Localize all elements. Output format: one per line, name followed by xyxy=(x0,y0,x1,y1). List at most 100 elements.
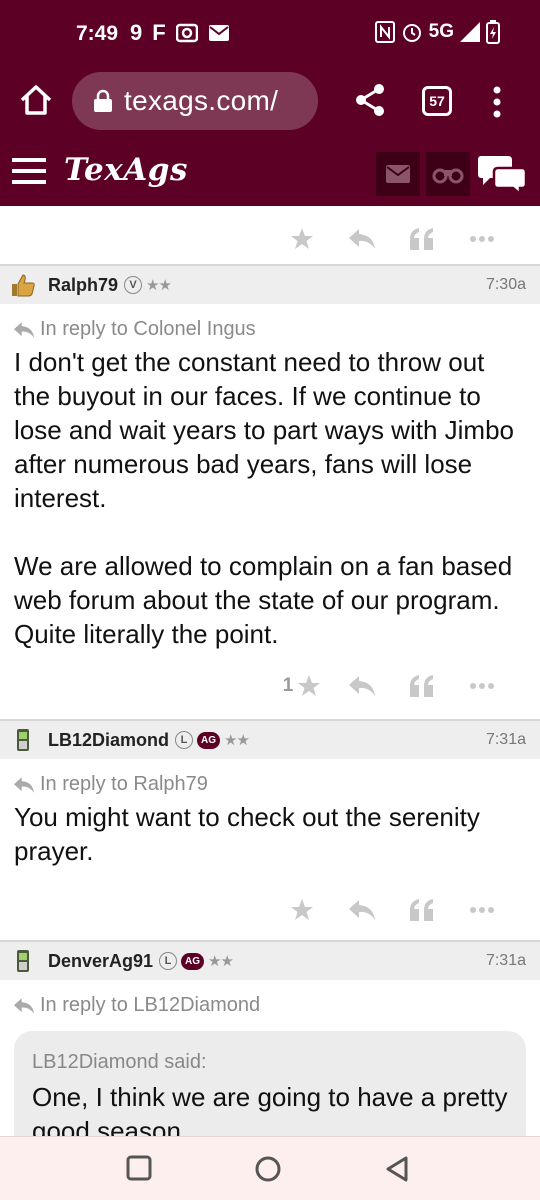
status-icon-f: F xyxy=(152,20,166,45)
nfc-icon xyxy=(374,21,395,43)
star-icon xyxy=(291,228,313,249)
reply-arrow-icon xyxy=(14,321,34,338)
post-paragraph: I don't get the constant need to throw o… xyxy=(14,347,514,513)
mail-notification-icon xyxy=(208,25,229,41)
more-horiz-icon xyxy=(470,683,494,689)
reply-button[interactable] xyxy=(332,676,392,696)
chat-icon[interactable] xyxy=(478,152,528,196)
reply-icon xyxy=(349,676,375,696)
quote-icon xyxy=(410,675,433,697)
lifetime-badge: L xyxy=(159,952,178,970)
signal-icon xyxy=(460,22,480,42)
mail-icon xyxy=(386,165,410,183)
home-icon[interactable] xyxy=(16,80,56,120)
quote-button[interactable] xyxy=(392,228,452,250)
status-right-icons: 5G xyxy=(374,20,500,44)
verified-badge: V xyxy=(124,276,143,294)
post-header: DenverAg91 L AG ★★ 7:31a xyxy=(0,940,540,980)
status-time: 7:49 xyxy=(76,22,119,45)
rank-stars: ★★ xyxy=(208,953,234,970)
ag-badge: AG xyxy=(181,952,205,970)
status-left-icons: 9 F xyxy=(130,20,230,46)
post-time: 7:31a xyxy=(485,952,526,969)
status-bar: 7:49 9 F 5G xyxy=(0,0,540,66)
username[interactable]: DenverAg91 xyxy=(48,951,153,972)
reply-button[interactable] xyxy=(332,229,392,249)
messages-button[interactable] xyxy=(376,152,420,196)
tab-count-button[interactable]: 57 xyxy=(422,86,452,116)
more-horiz-icon xyxy=(470,907,494,913)
reply-icon xyxy=(349,900,375,920)
quote-text: One, I think we are going to have a pret… xyxy=(32,1082,508,1136)
reply-icon xyxy=(349,229,375,249)
more-vert-icon[interactable] xyxy=(486,84,508,120)
back-icon[interactable] xyxy=(384,1155,410,1183)
post-text: You might want to check out the serenity… xyxy=(14,800,526,868)
lock-icon xyxy=(94,89,112,112)
reply-to-text: In reply to Colonel Ingus xyxy=(40,318,256,340)
status-icon-9: 9 xyxy=(130,20,143,45)
recents-icon[interactable] xyxy=(126,1155,152,1181)
post-actions: 1 xyxy=(0,659,540,713)
post-actions xyxy=(0,876,540,936)
post-header: Ralph79 V ★★ 7:30a xyxy=(0,264,540,304)
star-count: 1 xyxy=(282,675,294,696)
post-body: In reply to Colonel Ingus I don't get th… xyxy=(0,304,540,659)
more-button[interactable] xyxy=(452,906,512,914)
reply-arrow-icon xyxy=(14,997,34,1014)
home-nav-icon[interactable] xyxy=(254,1155,282,1183)
post-body: In reply to Ralph79 You might want to ch… xyxy=(0,759,540,876)
reply-to-link[interactable]: In reply to Colonel Ingus xyxy=(14,318,526,341)
post-body: In reply to LB12Diamond LB12Diamond said… xyxy=(0,980,540,1136)
more-horiz-icon xyxy=(470,236,494,242)
lifetime-badge: L xyxy=(175,731,194,749)
battery-icon xyxy=(486,20,500,44)
post: Ralph79 V ★★ 7:30a In reply to Colonel I… xyxy=(0,264,540,713)
star-icon xyxy=(298,675,321,696)
binoculars-icon xyxy=(432,168,464,184)
reply-button[interactable] xyxy=(332,900,392,920)
thread-content[interactable]: Ralph79 V ★★ 7:30a In reply to Colonel I… xyxy=(0,206,540,1136)
star-button[interactable]: 1 xyxy=(272,674,332,698)
post-time: 7:30a xyxy=(485,276,526,293)
quote-icon xyxy=(410,228,433,250)
username[interactable]: Ralph79 xyxy=(48,275,118,296)
ag-badge: AG xyxy=(197,731,221,749)
post-text: I don't get the constant need to throw o… xyxy=(14,345,526,651)
quote-button[interactable] xyxy=(392,675,452,697)
system-nav-bar xyxy=(0,1136,540,1200)
rank-stars: ★★ xyxy=(224,732,250,749)
reply-to-link[interactable]: In reply to LB12Diamond xyxy=(14,994,526,1017)
post-paragraph: We are allowed to complain on a fan base… xyxy=(14,551,513,649)
phone-avatar-icon xyxy=(17,729,29,751)
post: DenverAg91 L AG ★★ 7:31a In reply to LB1… xyxy=(0,940,540,1136)
quote-author: LB12Diamond said: xyxy=(32,1051,207,1073)
browser-toolbar: texags.com/ 57 xyxy=(0,66,540,138)
more-button[interactable] xyxy=(452,682,512,690)
username[interactable]: LB12Diamond xyxy=(48,730,169,751)
camera-notification-icon xyxy=(175,23,198,43)
url-bar[interactable]: texags.com/ xyxy=(72,72,318,130)
post-paragraph: You might want to check out the serenity… xyxy=(14,802,480,866)
share-icon[interactable] xyxy=(352,82,388,118)
phone-avatar-icon xyxy=(17,950,29,972)
post: LB12Diamond L AG ★★ 7:31a In reply to Ra… xyxy=(0,719,540,936)
texags-logo[interactable]: TexAgs xyxy=(64,152,188,188)
watch-button[interactable] xyxy=(426,152,470,196)
post-time: 7:31a xyxy=(485,731,526,748)
quote-icon xyxy=(410,899,433,921)
hamburger-icon[interactable] xyxy=(12,158,46,184)
post-header: LB12Diamond L AG ★★ 7:31a xyxy=(0,719,540,759)
more-button[interactable] xyxy=(452,235,512,243)
app-nav-bar: TexAgs xyxy=(0,138,540,206)
star-button[interactable] xyxy=(272,898,332,922)
quote-button[interactable] xyxy=(392,899,452,921)
quote-block: LB12Diamond said: One, I think we are go… xyxy=(14,1031,526,1136)
star-button[interactable] xyxy=(272,227,332,251)
rank-stars: ★★ xyxy=(146,277,172,294)
network-label: 5G xyxy=(428,21,454,42)
reply-to-text: In reply to Ralph79 xyxy=(40,773,208,795)
thumbs-up-avatar-icon xyxy=(12,274,35,297)
reply-to-link[interactable]: In reply to Ralph79 xyxy=(14,773,526,796)
reply-arrow-icon xyxy=(14,776,34,793)
